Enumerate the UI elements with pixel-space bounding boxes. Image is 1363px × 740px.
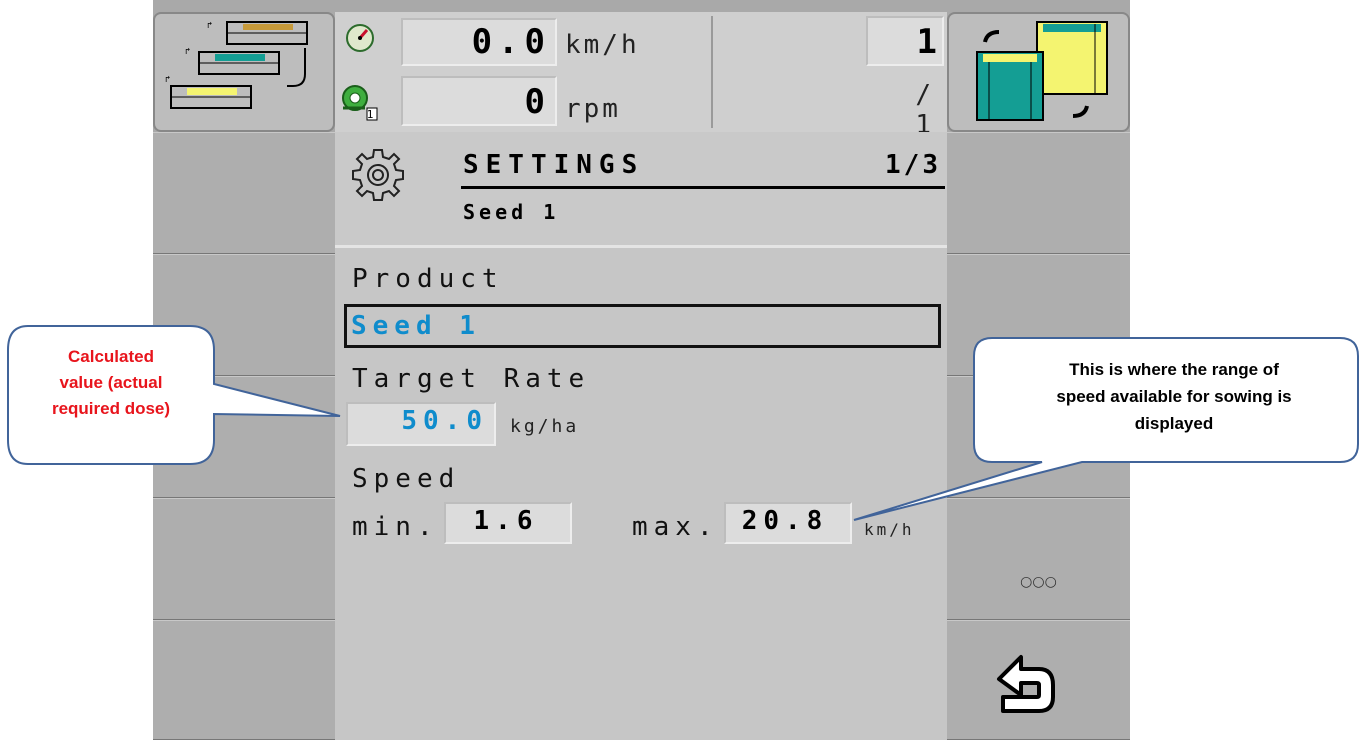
target-rate-field[interactable]: 50.0 <box>346 402 496 446</box>
min-speed-field[interactable]: 1.6 <box>444 502 572 544</box>
back-arrow-icon <box>997 655 1055 713</box>
section-switch-button[interactable] <box>947 12 1130 132</box>
max-speed-field[interactable]: 20.8 <box>724 502 852 544</box>
target-rate-unit: kg/ha <box>510 416 580 437</box>
right-softkey-1[interactable] <box>947 132 1130 254</box>
svg-text:↱: ↱ <box>185 47 190 57</box>
speed-value: 0.0 <box>471 22 551 62</box>
gear-icon <box>352 149 404 201</box>
target-rate-value: 50.0 <box>401 406 488 436</box>
product-value: Seed 1 <box>351 311 481 341</box>
svg-text:↱: ↱ <box>165 75 170 85</box>
min-label: min. <box>352 512 439 542</box>
right-callout-line-2: speed available for sowing is <box>1056 387 1292 406</box>
right-callout-text: This is where the range of speed availab… <box>984 356 1363 437</box>
left-softkey-5[interactable] <box>153 620 335 740</box>
section-switch-icon <box>976 21 1108 121</box>
left-softkey-4[interactable] <box>153 498 335 620</box>
rpm-index: 1 <box>366 108 374 121</box>
tramline-sequence-icon: ↱ ↱ ↱ <box>165 21 308 109</box>
max-speed-value: 20.8 <box>741 506 829 536</box>
rpm-value: 0 <box>524 82 551 122</box>
product-label: Product <box>352 264 504 294</box>
svg-text:↱: ↱ <box>207 21 212 31</box>
sequence-button[interactable]: ↱ ↱ ↱ <box>153 12 335 132</box>
rpm-unit: rpm <box>565 94 621 124</box>
title-underline <box>461 186 945 189</box>
right-callout-line-3: displayed <box>1134 414 1214 433</box>
left-callout-text: Calculated value (actual required dose) <box>12 344 210 422</box>
right-callout-line-1: This is where the range of <box>1069 360 1279 379</box>
target-rate-label: Target Rate <box>352 364 591 394</box>
speedometer-icon <box>343 22 377 52</box>
more-label: ○○○ <box>1020 574 1057 590</box>
left-softkey-1[interactable] <box>153 132 335 254</box>
counter-total: / 1 <box>915 80 941 140</box>
page-subtitle: Seed 1 <box>463 200 560 224</box>
speed-unit: km/h <box>565 30 640 60</box>
left-callout-line-3: required dose) <box>51 399 171 418</box>
page-title: SETTINGS <box>463 150 645 180</box>
panel-divider <box>711 16 713 128</box>
status-panel: 0.0 km/h 1 0 rpm 1 / 1 <box>335 12 947 140</box>
left-callout-line-1: Calculated <box>68 347 154 366</box>
counter-value: 1 <box>916 22 937 62</box>
min-speed-value: 1.6 <box>473 506 539 536</box>
page-indicator: 1/3 <box>885 150 941 180</box>
max-label: max. <box>632 512 719 542</box>
speed-label: Speed <box>352 464 461 494</box>
back-button[interactable] <box>947 620 1130 740</box>
settings-header: SETTINGS 1/3 Seed 1 <box>335 132 947 248</box>
left-callout-line-2: value (actual <box>59 373 163 392</box>
